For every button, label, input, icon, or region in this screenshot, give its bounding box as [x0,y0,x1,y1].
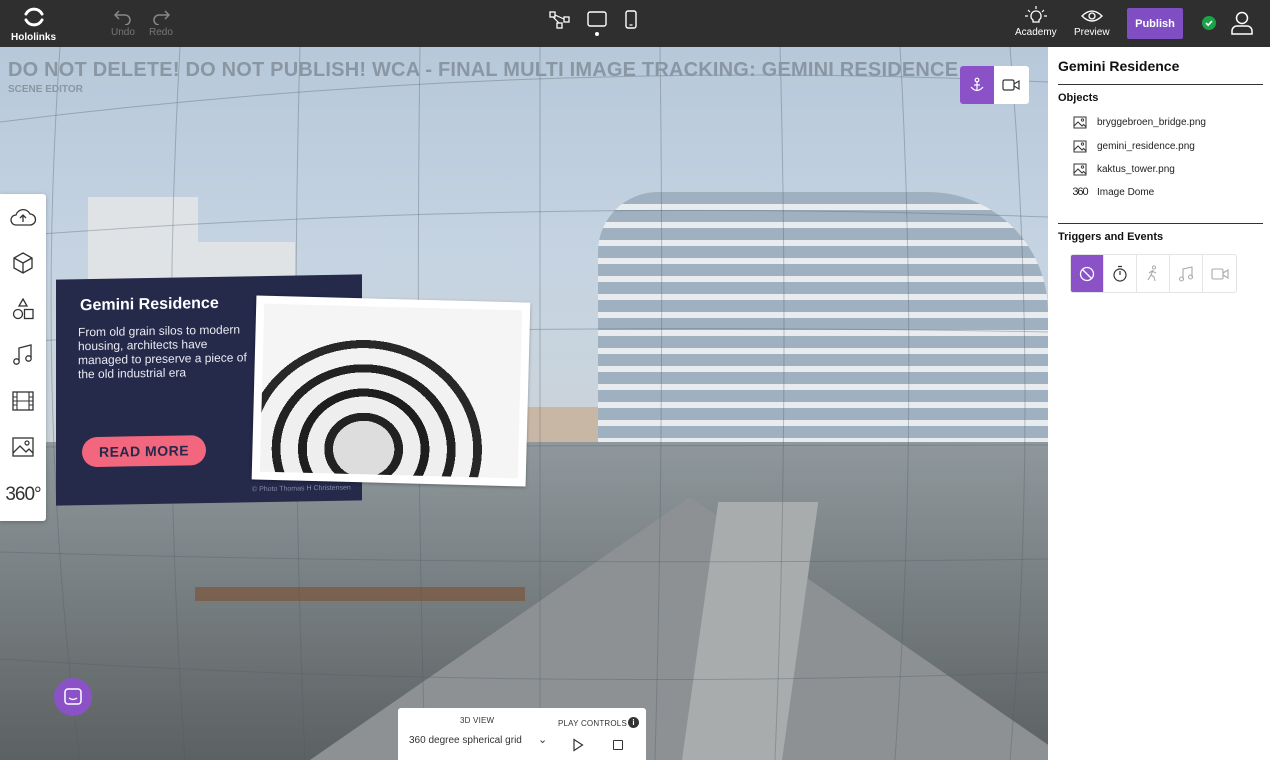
undo-icon [113,10,131,25]
divider [1058,84,1263,85]
video-camera-icon [1002,79,1020,91]
image-tool[interactable] [0,426,46,468]
divider [1058,223,1263,224]
triggers-heading: Triggers and Events [1058,231,1164,243]
info-icon[interactable]: i [628,717,639,728]
preview-button[interactable]: Preview [1074,8,1110,38]
redo-button[interactable]: Redo [149,7,173,38]
view-play-controls: 3D VIEW 360 degree spherical grid ⌄ PLAY… [398,708,646,760]
trigger-none-button[interactable] [1071,255,1104,292]
phone-icon [625,10,637,29]
card-title: Gemini Residence [80,294,219,315]
walk-icon [1147,265,1157,282]
hololinks-logo-icon [24,7,43,27]
stop-icon[interactable] [613,740,623,750]
gemini-residence-photo[interactable] [251,295,531,487]
image-icon [1072,115,1088,129]
undo-label: Undo [111,27,135,38]
academy-label: Academy [1015,27,1057,38]
object-name: bryggebroen_bridge.png [1097,116,1206,128]
device-network-button[interactable] [549,11,570,29]
shapes-icon [12,298,34,320]
scene-subtitle: SCENE EDITOR [8,84,83,95]
360-icon: 360° [5,484,41,505]
hololinks-logo[interactable]: Hololinks [11,5,56,43]
object-toolbar: 360° [0,194,46,521]
redo-icon [153,10,171,25]
anchor-icon [970,77,984,92]
timer-icon [1113,265,1127,282]
tablet-icon [587,11,607,27]
read-more-button[interactable]: READ MORE [82,435,206,468]
network-icon [549,11,570,29]
camera-view-button[interactable] [994,66,1028,104]
video-tool[interactable] [0,380,46,422]
eye-icon [1080,10,1103,22]
device-phone-button[interactable] [625,10,637,29]
music-icon [1178,265,1194,282]
trigger-proximity-button[interactable] [1137,255,1170,292]
view-toggle [960,66,1029,104]
object-item[interactable]: 360 Image Dome [1072,185,1154,199]
undo-button[interactable]: Undo [111,7,135,38]
objects-heading: Objects [1058,92,1099,104]
play-controls-label: PLAY CONTROLS [558,719,627,728]
none-icon [1079,266,1095,281]
music-icon [13,344,32,365]
film-icon [12,391,34,411]
object-item[interactable]: bryggebroen_bridge.png [1072,115,1206,129]
360-icon: 360 [1072,186,1088,198]
object-name: gemini_residence.png [1097,140,1195,152]
object-name: kaktus_tower.png [1097,163,1175,175]
trigger-video-button[interactable] [1203,255,1236,292]
upload-tool[interactable] [0,196,46,238]
user-account-button[interactable] [1231,11,1253,40]
image-icon [1072,162,1088,176]
status-ok-icon [1202,16,1216,30]
photo-credit: © Photo Thomas H Christensen [252,484,351,494]
active-device-dot [595,32,599,36]
top-bar: Hololinks Undo Redo Academy Preview Publ… [0,0,1270,47]
object-item[interactable]: kaktus_tower.png [1072,162,1175,176]
cloud-upload-icon [10,209,37,226]
spiral-staircase-image [259,303,523,479]
chat-support-button[interactable] [54,678,92,716]
audio-tool[interactable] [0,334,46,376]
play-icon[interactable] [572,738,584,752]
shapes-tool[interactable] [0,288,46,330]
object-name: Image Dome [1097,186,1155,198]
device-tablet-button[interactable] [587,11,607,36]
object-item[interactable]: gemini_residence.png [1072,139,1195,153]
image-icon [1072,139,1088,153]
scene-canvas[interactable]: DO NOT DELETE! DO NOT PUBLISH! WCA - FIN… [0,47,1048,760]
trigger-options [1070,254,1237,293]
panel-title: Gemini Residence [1058,58,1180,74]
trigger-timer-button[interactable] [1104,255,1137,292]
3d-object-tool[interactable] [0,242,46,284]
anchor-view-button[interactable] [960,66,994,104]
cube-icon [13,252,33,274]
scene-title: DO NOT DELETE! DO NOT PUBLISH! WCA - FIN… [8,59,959,81]
card-text: From old grain silos to modern housing, … [78,322,247,382]
app-name: Hololinks [11,32,57,43]
user-icon [1231,11,1253,35]
redo-label: Redo [149,27,173,38]
video-icon [1210,267,1229,280]
360-tool[interactable]: 360° [0,474,46,516]
publish-button[interactable]: Publish [1127,8,1183,39]
properties-panel: Gemini Residence Objects bryggebroen_bri… [1048,47,1270,760]
image-icon [12,437,34,457]
chevron-down-icon[interactable]: ⌄ [538,733,547,746]
lightbulb-icon [1024,6,1047,23]
3d-view-select[interactable]: 360 degree spherical grid [409,735,522,746]
preview-label: Preview [1074,27,1110,38]
trigger-audio-button[interactable] [1170,255,1203,292]
chat-icon [64,688,82,705]
3d-view-label: 3D VIEW [460,716,495,725]
academy-button[interactable]: Academy [1015,6,1057,38]
